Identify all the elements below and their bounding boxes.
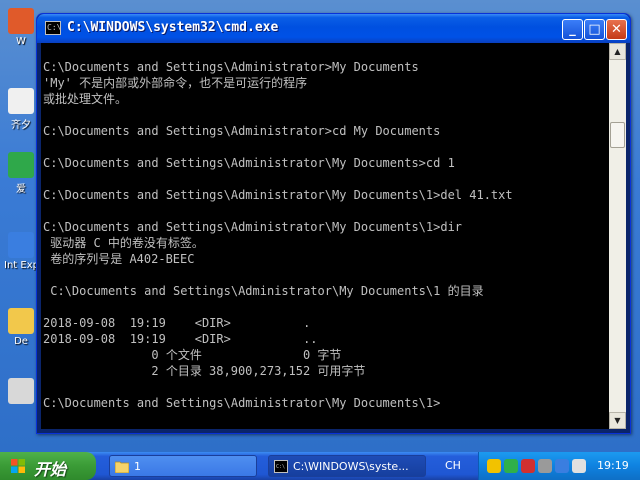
console-line: 或批处理文件。 [43,92,128,106]
cmd-icon: C:\ [274,460,288,473]
desktop-icon-label: De [14,336,28,347]
folder-icon [115,461,129,473]
start-label: 开始 [34,460,67,479]
tray-icon[interactable] [538,459,552,473]
start-button[interactable]: 开始 [0,452,96,480]
console-line: 2 个目录 38,900,273,152 可用字节 [43,364,366,378]
console-line: 2018-09-08 19:19 <DIR> . [43,316,311,330]
console-line: C:\Documents and Settings\Administrator\… [43,396,441,410]
desktop-shortcut-icon [8,88,34,114]
desktop-icon[interactable]: De [4,308,38,347]
scroll-thumb[interactable] [610,122,625,148]
desktop-icon-label: 爱 [16,184,26,195]
console-line: 驱动器 C 中的卷没有标签。 [43,236,204,250]
minimize-button[interactable]: _ [562,19,583,40]
console-line: C:\Documents and Settings\Administrator>… [43,60,419,74]
taskbar-item-folder[interactable]: 1 [109,455,257,477]
console-frame: C:\Documents and Settings\Administrator>… [41,43,626,429]
desktop-icon-label: 齐夕 [11,120,31,131]
console-line: 'My' 不是内部或外部命令，也不是可运行的程序 [43,76,308,90]
tray-icon[interactable] [504,459,518,473]
scroll-down-button[interactable]: ▼ [609,412,626,429]
desktop-icon[interactable] [4,378,38,406]
tray-icon[interactable] [487,459,501,473]
desktop-shortcut-icon [8,378,34,404]
desktop-icon[interactable]: W [4,8,38,47]
vertical-scrollbar[interactable]: ▲ ▼ [609,43,626,429]
console-line: C:\Documents and Settings\Administrator>… [43,124,441,138]
console-line: C:\Documents and Settings\Administrator\… [43,284,484,298]
close-button[interactable]: ✕ [606,19,627,40]
console-line: C:\Documents and Settings\Administrator\… [43,188,513,202]
taskbar-item-label: 1 [134,460,141,473]
cmd-icon[interactable]: C:\ [45,21,61,35]
maximize-button[interactable]: □ [584,19,605,40]
console-line: 2018-09-08 19:19 <DIR> .. [43,332,318,346]
desktop-icon[interactable]: 齐夕 [4,88,38,131]
title-bar[interactable]: C:\ C:\WINDOWS\system32\cmd.exe _ □ ✕ [37,14,630,43]
desktop-shortcut-icon [8,152,34,178]
cmd-window[interactable]: C:\ C:\WINDOWS\system32\cmd.exe _ □ ✕ C:… [36,13,631,434]
taskbar-item-label: C:\WINDOWS\syste... [293,460,409,473]
console-line: 0 个文件 0 字节 [43,348,342,362]
console-line: C:\Documents and Settings\Administrator\… [43,156,455,170]
clock[interactable]: 19:19 [597,459,629,472]
tray-icon[interactable] [555,459,569,473]
desktop-icon[interactable]: 爱 [4,152,38,195]
window-title: C:\WINDOWS\system32\cmd.exe [67,20,279,35]
svg-text:C:\: C:\ [276,464,285,470]
desktop-icon-label: W [16,36,26,47]
windows-logo-icon [11,459,25,473]
desktop-shortcut-icon [8,232,34,258]
tray-icon[interactable] [521,459,535,473]
console-output[interactable]: C:\Documents and Settings\Administrator>… [41,43,609,429]
system-tray: 19:19 [478,452,640,480]
desktop-icon-label: Int Expl [4,260,38,271]
desktop-icon[interactable]: Int Expl [4,232,38,271]
scroll-up-button[interactable]: ▲ [609,43,626,60]
console-line: 卷的序列号是 A402-BEEC [43,252,195,266]
taskbar-item-cmd[interactable]: C:\ C:\WINDOWS\syste... [268,455,426,477]
taskbar: 开始 1 C:\ C:\WINDOWS\syste... CH 19:19 [0,452,640,480]
desktop-shortcut-icon [8,308,34,334]
console-line: C:\Documents and Settings\Administrator\… [43,220,463,234]
tray-icon[interactable] [572,459,586,473]
desktop-shortcut-icon [8,8,34,34]
language-indicator[interactable]: CH [445,459,461,472]
